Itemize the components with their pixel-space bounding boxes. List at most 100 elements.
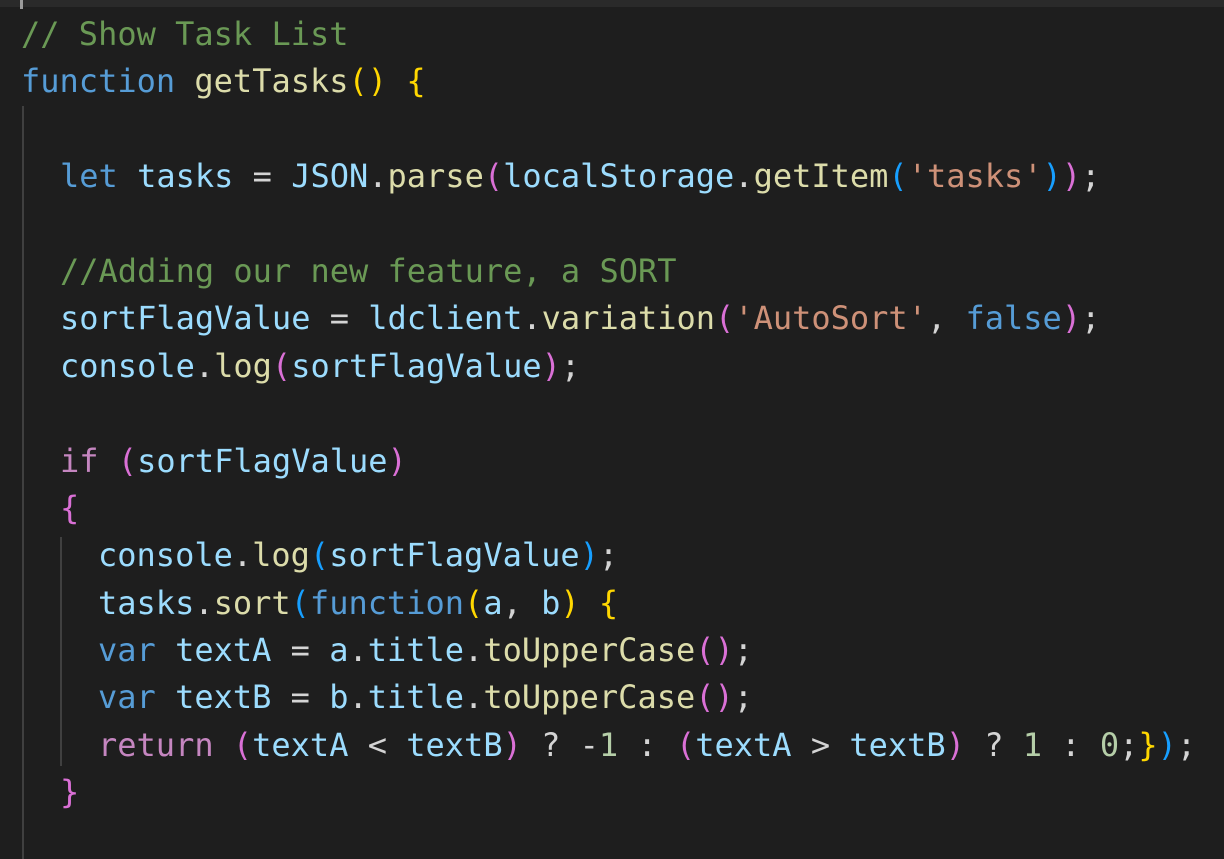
code-line[interactable]: function getTasks() { — [0, 58, 1224, 105]
code-line[interactable]: var textB = b.title.toUpperCase(); — [0, 674, 1224, 721]
code-token: toUpperCase — [483, 678, 696, 717]
code-area[interactable]: // Show Task List function getTasks() {le… — [0, 11, 1224, 817]
code-line[interactable]: let tasks = JSON.parse(localStorage.getI… — [0, 153, 1224, 200]
code-line-text: { — [60, 485, 79, 532]
code-token: ; — [733, 678, 754, 717]
code-line-text: sortFlagValue = ldclient.variation('Auto… — [60, 295, 1100, 342]
code-token: () — [695, 631, 734, 670]
code-token: { — [406, 62, 426, 101]
code-token: textA — [175, 631, 272, 670]
code-token: . — [348, 678, 368, 717]
code-line[interactable]: tasks.sort(function(a, b) { — [0, 580, 1224, 627]
code-token: ; — [598, 536, 619, 575]
code-token: ( — [675, 725, 696, 764]
code-token: b — [541, 583, 561, 622]
code-line[interactable]: var textA = a.title.toUpperCase(); — [0, 627, 1224, 674]
code-token: getTasks — [194, 62, 349, 101]
code-token: ldclient — [368, 299, 523, 338]
code-token: parse — [387, 157, 484, 196]
code-token: ) — [1157, 725, 1177, 764]
code-token: ) — [1061, 157, 1082, 196]
code-line[interactable]: if (sortFlagValue) — [0, 438, 1224, 485]
code-token: ( — [309, 536, 330, 575]
code-token: ) — [579, 536, 599, 575]
code-token: ( — [464, 583, 484, 622]
code-line-text: var textB = b.title.toUpperCase(); — [98, 674, 753, 721]
code-token: ) — [541, 346, 561, 385]
code-token: ; — [560, 346, 581, 385]
code-token: 'AutoSort' — [734, 299, 927, 338]
code-token: sortFlagValue — [291, 346, 542, 385]
code-line[interactable] — [0, 201, 1224, 248]
code-token: : — [618, 725, 676, 764]
code-token: < — [348, 725, 407, 764]
code-line-text: if (sortFlagValue) — [60, 438, 407, 485]
code-token: : — [1042, 725, 1100, 764]
code-token: if — [60, 441, 99, 480]
code-token: var — [98, 678, 156, 717]
code-line[interactable]: console.log(sortFlagValue); — [0, 532, 1224, 579]
code-line[interactable]: sortFlagValue = ldclient.variation('Auto… — [0, 295, 1224, 342]
code-token: tasks — [98, 583, 195, 622]
code-token: let — [60, 157, 118, 196]
code-line[interactable]: } — [0, 769, 1224, 816]
code-token: ) — [1061, 299, 1082, 338]
code-token: . — [464, 678, 484, 717]
code-token: = — [271, 678, 330, 717]
code-token: textB — [849, 725, 946, 764]
code-line-text: //Adding our new feature, a SORT — [60, 248, 677, 295]
code-token: ; — [1176, 725, 1197, 764]
code-token: function — [309, 583, 465, 622]
code-line-text: var textA = a.title.toUpperCase(); — [98, 627, 753, 674]
code-token: ; — [733, 631, 754, 670]
code-token: textB — [175, 678, 272, 717]
code-token: 'tasks' — [907, 157, 1043, 196]
code-token: ? - — [521, 725, 599, 764]
code-token: 1 — [598, 725, 619, 764]
code-editor[interactable]: // Show Task List function getTasks() {le… — [0, 0, 1224, 859]
code-token: 0 — [1099, 725, 1120, 764]
code-token: ; — [1119, 725, 1139, 764]
code-line[interactable]: return (textA < textB) ? -1 : (textA > t… — [0, 722, 1224, 769]
code-line[interactable]: //Adding our new feature, a SORT — [0, 248, 1224, 295]
code-token: var — [98, 631, 156, 670]
code-line-text: } — [60, 769, 79, 816]
code-token: ( — [483, 157, 504, 196]
code-token: } — [1138, 725, 1158, 764]
code-token: ; — [1081, 157, 1101, 196]
code-token: toUpperCase — [483, 631, 696, 670]
code-token: ) — [387, 441, 407, 480]
code-token: ? — [964, 725, 1023, 764]
code-token: ( — [888, 157, 908, 196]
code-token: 1 — [1022, 725, 1043, 764]
code-line[interactable]: console.log(sortFlagValue); — [0, 343, 1224, 390]
code-line[interactable] — [0, 390, 1224, 437]
code-token: ) — [560, 583, 580, 622]
code-token: textA — [695, 725, 792, 764]
code-token: ) — [1042, 157, 1062, 196]
code-token: textB — [406, 725, 503, 764]
code-token: { — [598, 583, 619, 622]
code-token: a — [483, 583, 503, 622]
code-token: variation — [541, 299, 716, 338]
code-token: textA — [252, 725, 349, 764]
code-token: . — [194, 346, 215, 385]
code-line-text: return (textA < textB) ? -1 : (textA > t… — [98, 722, 1196, 769]
code-token: sort — [213, 583, 291, 622]
code-line[interactable]: { — [0, 485, 1224, 532]
code-token: = — [271, 631, 330, 670]
editor-top-bar — [0, 0, 1224, 7]
code-token: ( — [715, 299, 735, 338]
code-token: ( — [117, 441, 138, 480]
code-line[interactable] — [0, 106, 1224, 153]
code-token: JSON — [291, 157, 369, 196]
code-token: sortFlagValue — [60, 299, 311, 338]
code-line[interactable]: // Show Task List — [0, 11, 1224, 58]
code-line-text: function getTasks() { — [21, 58, 426, 105]
code-token: . — [232, 536, 253, 575]
code-token: a — [329, 631, 349, 670]
code-token: log — [252, 536, 310, 575]
